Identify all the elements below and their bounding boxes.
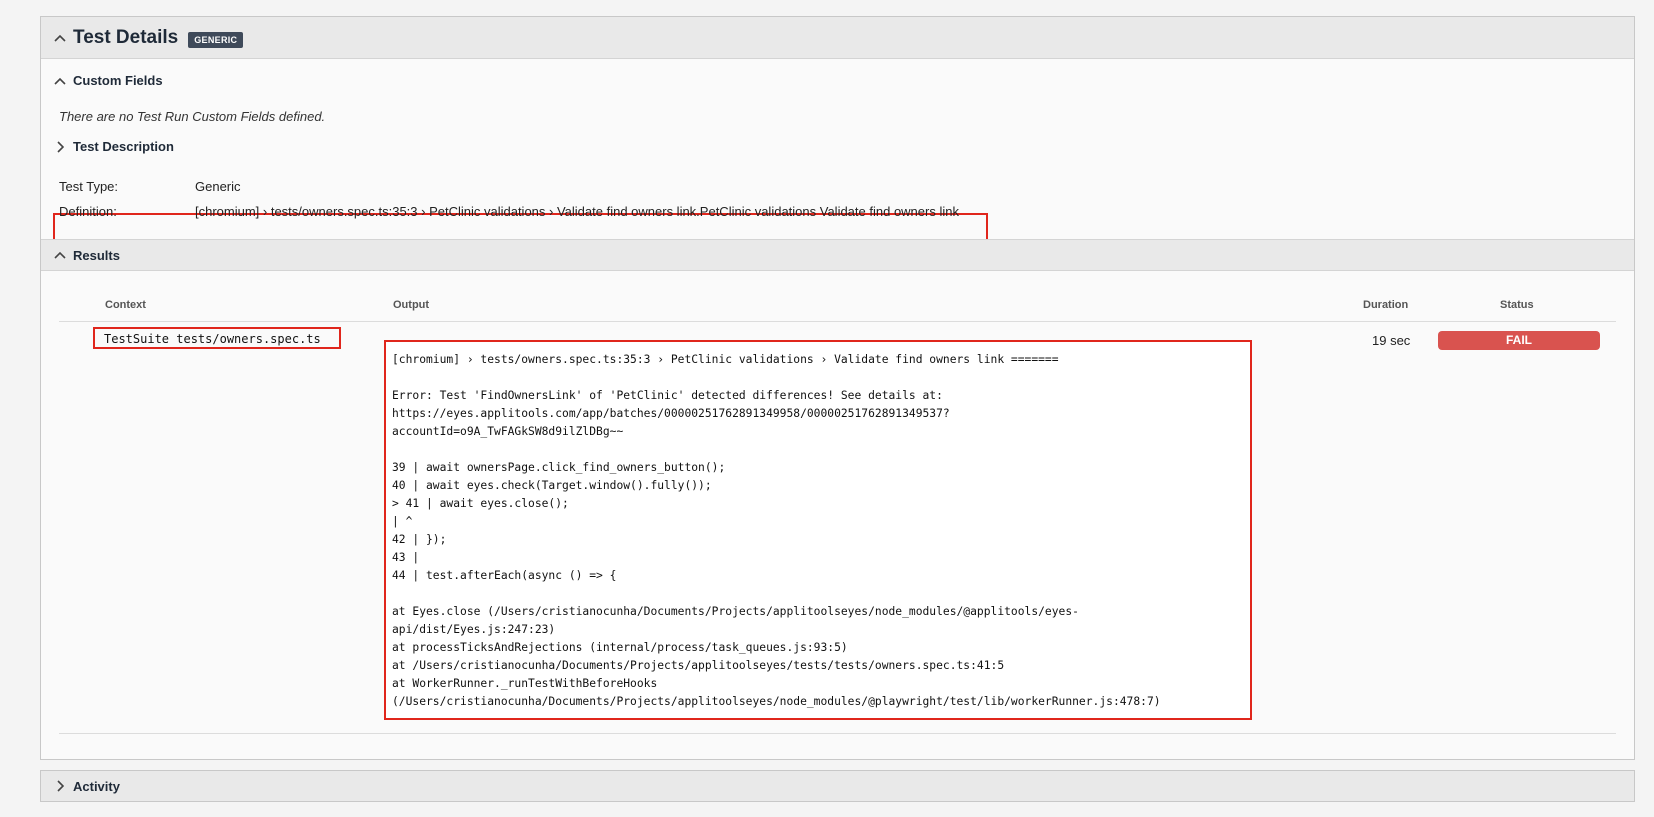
result-duration: 19 sec [1372, 333, 1411, 348]
test-details-panel: Test Details GENERIC Custom Fields There… [40, 16, 1635, 760]
chevron-right-icon [53, 779, 67, 793]
column-duration: Duration [1363, 299, 1409, 311]
custom-fields-title: Custom Fields [73, 73, 163, 88]
activity-header[interactable]: Activity [41, 771, 1634, 801]
test-details-header[interactable]: Test Details GENERIC [41, 17, 1634, 59]
test-type-row: Test Type: Generic [59, 179, 241, 194]
column-status: Status [1500, 299, 1534, 311]
column-context: Context [105, 299, 146, 311]
test-type-value: Generic [195, 179, 241, 194]
test-description-title: Test Description [73, 139, 174, 154]
activity-panel: Activity [40, 770, 1635, 802]
results-header[interactable]: Results [41, 239, 1634, 271]
column-output: Output [393, 299, 430, 311]
table-row-divider [59, 733, 1616, 734]
result-output: [chromium] › tests/owners.spec.ts:35:3 ›… [384, 340, 1252, 720]
test-type-label: Test Type: [59, 179, 119, 194]
chevron-up-icon[interactable] [53, 31, 67, 45]
test-description-toggle[interactable]: Test Description [53, 139, 174, 154]
test-type-badge: GENERIC [188, 31, 244, 48]
chevron-right-icon [53, 140, 67, 154]
custom-fields-toggle[interactable]: Custom Fields [53, 73, 163, 88]
definition-label: Definition: [59, 204, 117, 219]
definition-value: [chromium] › tests/owners.spec.ts:35:3 ›… [195, 204, 959, 219]
activity-title: Activity [73, 778, 120, 794]
chevron-up-icon [53, 248, 67, 262]
status-badge: FAIL [1438, 331, 1600, 350]
chevron-up-icon [53, 74, 67, 88]
definition-row: Definition: [chromium] › tests/owners.sp… [59, 204, 959, 219]
results-title: Results [73, 247, 120, 263]
page-title: Test Details [73, 26, 179, 48]
result-context: TestSuite tests/owners.spec.ts [93, 327, 341, 349]
custom-fields-empty-message: There are no Test Run Custom Fields defi… [59, 109, 326, 124]
table-header-divider [59, 321, 1616, 322]
